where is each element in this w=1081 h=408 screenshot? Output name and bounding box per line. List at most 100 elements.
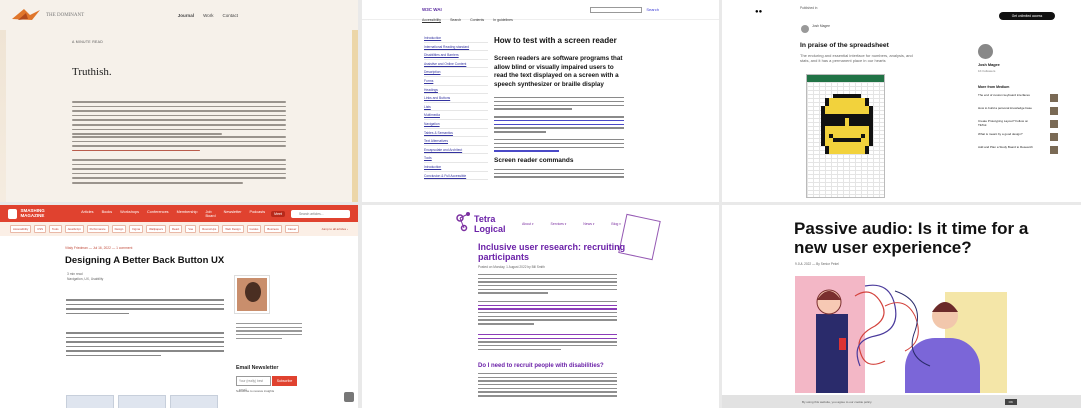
- nav-articles[interactable]: Articles: [81, 210, 93, 218]
- section-heading: Do I need to recruit people with disabil…: [478, 363, 604, 369]
- tag[interactable]: Business: [264, 225, 282, 233]
- article-byline[interactable]: Vitaly Friedman — Jul 16, 2022 — 1 comme…: [65, 246, 132, 250]
- body-text: [494, 168, 624, 178]
- tag[interactable]: Round-Ups: [199, 225, 220, 233]
- nav-jobboard[interactable]: Job Board: [205, 210, 215, 218]
- sidebar-author[interactable]: Josh Magee: [978, 63, 1058, 67]
- sidebar-item[interactable]: Disabilities and Barriers: [424, 51, 488, 60]
- more-item[interactable]: Add and Plan a Study Board to Research: [978, 145, 1058, 154]
- nav-newsletter[interactable]: Newsletter: [224, 210, 242, 218]
- search-input[interactable]: [590, 6, 643, 13]
- scroll-top-icon[interactable]: [344, 392, 354, 402]
- sidebar-item[interactable]: International Reading standard: [424, 43, 488, 52]
- sidebar-item[interactable]: Forms: [424, 77, 488, 86]
- tab-contents[interactable]: Contents: [470, 18, 484, 23]
- tag[interactable]: Design: [111, 225, 127, 233]
- tag[interactable]: JavaScript: [64, 225, 84, 233]
- tag[interactable]: Guides: [246, 225, 262, 233]
- tile-tetralogical: Tetra Logical About Services News Blog I…: [362, 205, 719, 408]
- tile-truthish-blog: THE DOMINANT Journal Work Contact A MINU…: [0, 0, 358, 202]
- sidebar-item[interactable]: Multimedia: [424, 111, 488, 120]
- more-item[interactable]: Create Prototyping Layout? Follow on Tik…: [978, 119, 1058, 128]
- smashing-nav: SMASHING MAGAZINE Articles Books Worksho…: [0, 205, 358, 222]
- meet-button[interactable]: Meet: [271, 210, 285, 217]
- nav-about[interactable]: About: [522, 222, 534, 226]
- tag[interactable]: Web Design: [222, 225, 244, 233]
- newsletter-checkbox-label[interactable]: Subscribe to receive insights: [236, 389, 274, 393]
- sidebar-item[interactable]: Assistive and Online Content: [424, 60, 488, 69]
- nav-contact[interactable]: Contact: [222, 13, 238, 18]
- sidebar-item[interactable]: Introduction: [424, 34, 488, 43]
- nav-workshops[interactable]: Workshops: [120, 210, 139, 218]
- tetra-header: Tetra Logical About Services News Blog: [362, 205, 719, 238]
- nav-books[interactable]: Books: [102, 210, 113, 218]
- smashing-logo[interactable]: SMASHING MAGAZINE: [8, 208, 67, 219]
- sidebar-item[interactable]: Links and Buttons: [424, 94, 488, 103]
- nav-work[interactable]: Work: [203, 13, 213, 18]
- tile-smashing-magazine: SMASHING MAGAZINE Articles Books Worksho…: [0, 205, 358, 408]
- medium-logo[interactable]: ●●: [755, 9, 762, 15]
- publication-bar: Published in: [800, 6, 818, 10]
- article-paragraph: [72, 159, 286, 187]
- search-input[interactable]: Search articles...: [290, 209, 350, 218]
- nav-services[interactable]: Services: [551, 222, 567, 226]
- tag[interactable]: React: [169, 225, 183, 233]
- tag[interactable]: Figma: [129, 225, 144, 233]
- more-item[interactable]: What is meant by a good design?: [978, 132, 1058, 141]
- sidebar-avatar[interactable]: [978, 44, 993, 59]
- tag[interactable]: Vue: [185, 225, 197, 233]
- sidebar-item[interactable]: Tables & Semantics: [424, 129, 488, 138]
- nav-membership[interactable]: Membership: [177, 210, 198, 218]
- nav-news[interactable]: News: [583, 222, 594, 226]
- subscribe-button[interactable]: Subscribe: [272, 376, 297, 386]
- figure-thumbnail[interactable]: [118, 395, 166, 408]
- sidebar-item[interactable]: Conclusion & Full Accessible: [424, 172, 488, 181]
- tab-accessibility[interactable]: Accessibility: [422, 18, 442, 23]
- article-paragraph: [66, 332, 224, 359]
- article-paragraph: [478, 274, 617, 296]
- nav-journal[interactable]: Journal: [178, 13, 194, 18]
- tag[interactable]: Career: [284, 225, 300, 233]
- left-texture: [0, 30, 6, 202]
- author-avatar[interactable]: [801, 25, 809, 33]
- sidebar-item[interactable]: Tools: [424, 154, 488, 163]
- w3c-logo[interactable]: W3C WAI: [422, 7, 442, 12]
- figure-thumbnail[interactable]: [66, 395, 114, 408]
- sidebar-item[interactable]: Encapsulate and Architect: [424, 146, 488, 155]
- blog-nav: Journal Work Contact: [178, 13, 238, 18]
- tag[interactable]: Performance: [86, 225, 109, 233]
- newsletter-title: Email Newsletter: [236, 365, 279, 371]
- tag[interactable]: CSS: [34, 225, 46, 233]
- sidebar-item[interactable]: Description: [424, 68, 488, 77]
- bird-logo-icon[interactable]: [10, 7, 44, 23]
- tab-search[interactable]: Search: [450, 18, 461, 23]
- tab-guidelines[interactable]: In guidelines: [493, 18, 513, 23]
- sidebar-item[interactable]: Headings: [424, 86, 488, 95]
- newsletter-email-input[interactable]: Your (really) best email: [236, 376, 271, 392]
- search-button[interactable]: Search: [646, 7, 659, 12]
- sidebar-item[interactable]: Text Alternatives: [424, 137, 488, 146]
- figure-thumbnail[interactable]: [170, 395, 218, 408]
- get-access-button[interactable]: Get unlimited access: [999, 12, 1055, 20]
- sidebar-item[interactable]: Navigation: [424, 120, 488, 129]
- article-title: In praise of the spreadsheet: [800, 42, 889, 49]
- cookie-accept-button[interactable]: OK: [1004, 398, 1017, 405]
- nav-blog[interactable]: Blog: [611, 222, 620, 226]
- w3c-main: How to test with a screen reader Screen …: [494, 36, 624, 180]
- more-item[interactable]: How to build a personal knowledge base: [978, 106, 1058, 115]
- article-title: Truthish.: [72, 66, 112, 78]
- author-bio: [236, 323, 302, 341]
- sidebar-item[interactable]: Lists: [424, 103, 488, 112]
- tag[interactable]: Accessibility: [10, 225, 32, 233]
- nav-conferences[interactable]: Conferences: [147, 210, 169, 218]
- audio-waves-icon: [816, 284, 958, 367]
- tag[interactable]: Wallpapers: [146, 225, 166, 233]
- nav-podcasts[interactable]: Podcasts: [250, 210, 266, 218]
- sidebar-item[interactable]: Introduction: [424, 163, 488, 172]
- tetralogical-logo[interactable]: Tetra Logical: [454, 210, 514, 236]
- author-name[interactable]: Josh Magee: [812, 24, 830, 28]
- tag[interactable]: Tools: [49, 225, 62, 233]
- jump-link[interactable]: Jump to all articles ›: [321, 227, 348, 231]
- more-item[interactable]: The end of custom keyboard interfaces: [978, 93, 1058, 102]
- w3c-header: W3C WAI Search: [362, 0, 719, 20]
